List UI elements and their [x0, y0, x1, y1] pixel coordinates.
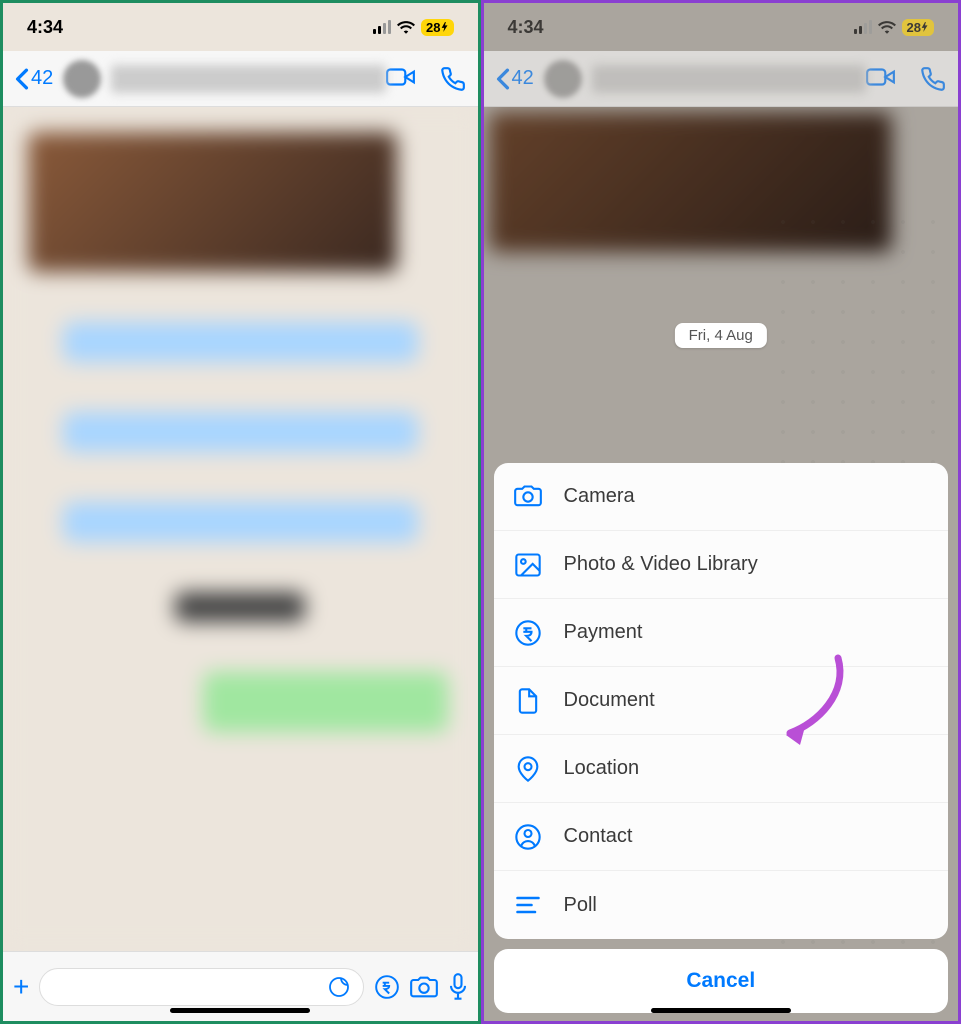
cellular-icon: [854, 20, 872, 34]
battery-icon: 28: [902, 19, 934, 36]
video-call-icon[interactable]: [866, 66, 896, 88]
back-count: 42: [31, 67, 53, 90]
sheet-item-photo-library[interactable]: Photo & Video Library: [494, 531, 949, 599]
contact-name[interactable]: [592, 65, 866, 93]
document-icon: [514, 687, 542, 715]
status-bar: 4:34 28: [484, 3, 959, 51]
attach-button[interactable]: +: [13, 971, 29, 1003]
avatar[interactable]: [63, 60, 101, 98]
sheet-item-label: Contact: [564, 825, 633, 848]
chat-body: [3, 107, 478, 951]
sheet-item-label: Camera: [564, 485, 635, 508]
voice-call-icon[interactable]: [440, 66, 466, 92]
home-indicator: [651, 1008, 791, 1013]
sheet-item-label: Poll: [564, 894, 597, 917]
screenshot-right: 4:34 28 42 Fri, 4 Aug Camera: [481, 0, 961, 1024]
battery-icon: 28: [421, 19, 453, 36]
status-time: 4:34: [27, 17, 63, 38]
camera-icon[interactable]: [410, 975, 438, 999]
mic-icon[interactable]: [448, 973, 468, 1001]
sheet-item-payment[interactable]: Payment: [494, 599, 949, 667]
sheet-item-poll[interactable]: Poll: [494, 871, 949, 939]
sheet-item-location[interactable]: Location: [494, 735, 949, 803]
photo-icon: [514, 551, 542, 579]
sheet-item-document[interactable]: Document: [494, 667, 949, 735]
wifi-icon: [878, 20, 896, 34]
message-input[interactable]: [39, 968, 363, 1006]
location-icon: [514, 755, 542, 783]
status-bar: 4:34 28: [3, 3, 478, 51]
date-chip: Fri, 4 Aug: [675, 323, 767, 348]
status-right: 28: [373, 19, 453, 36]
attachment-action-sheet: Camera Photo & Video Library Payment Doc…: [494, 463, 949, 1013]
back-count: 42: [512, 67, 534, 90]
camera-icon: [514, 483, 542, 511]
wifi-icon: [397, 20, 415, 34]
avatar[interactable]: [544, 60, 582, 98]
poll-icon: [514, 891, 542, 919]
sheet-item-contact[interactable]: Contact: [494, 803, 949, 871]
status-time: 4:34: [508, 17, 544, 38]
chat-header: 42: [484, 51, 959, 107]
back-button[interactable]: 42: [496, 67, 534, 90]
sheet-item-camera[interactable]: Camera: [494, 463, 949, 531]
sheet-item-label: Location: [564, 757, 640, 780]
payment-icon[interactable]: [374, 974, 400, 1000]
voice-call-icon[interactable]: [920, 66, 946, 92]
status-right: 28: [854, 19, 934, 36]
home-indicator: [170, 1008, 310, 1013]
sheet-item-label: Document: [564, 689, 655, 712]
contact-icon: [514, 823, 542, 851]
contact-name[interactable]: [111, 65, 385, 93]
cancel-button[interactable]: Cancel: [494, 949, 949, 1013]
back-button[interactable]: 42: [15, 67, 53, 90]
sheet-item-label: Payment: [564, 621, 643, 644]
sticker-icon[interactable]: [327, 975, 351, 999]
sheet-item-label: Photo & Video Library: [564, 553, 758, 576]
screenshot-left: 4:34 28 42 +: [0, 0, 481, 1024]
video-call-icon[interactable]: [386, 66, 416, 88]
rupee-icon: [514, 619, 542, 647]
chat-header: 42: [3, 51, 478, 107]
cellular-icon: [373, 20, 391, 34]
annotation-arrow: [778, 653, 858, 753]
